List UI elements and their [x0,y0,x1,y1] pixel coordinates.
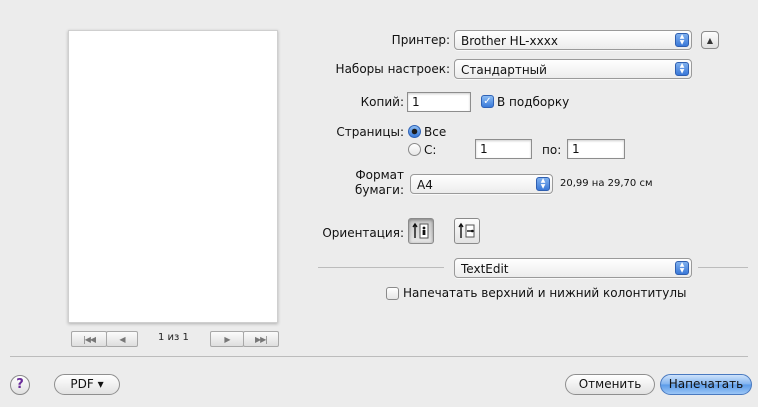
next-page-icon: ▶ [224,334,230,344]
expand-dialog-button[interactable]: ▲ [701,31,719,49]
orientation-label: Ориентация: [322,226,404,240]
last-page-button[interactable]: ▶▶| [243,331,279,347]
section-divider-right [698,267,748,268]
landscape-orientation-icon [458,222,475,238]
page-counter: 1 из 1 [158,332,189,343]
pages-to-label: по: [542,143,562,157]
help-button[interactable]: ? [10,375,30,395]
orientation-landscape-button[interactable] [454,218,480,244]
paper-size-label-line1: Формат [355,168,404,182]
app-section-popup[interactable]: TextEdit ▲ ▼ [454,258,692,278]
paper-size-label-line2: бумаги: [354,183,404,197]
first-page-icon: |◀◀ [83,334,96,344]
popup-arrows-icon: ▲ ▼ [675,261,689,275]
print-button[interactable]: Напечатать [660,374,752,395]
pages-all-label: Все [424,125,447,139]
first-page-button[interactable]: |◀◀ [71,331,107,347]
pages-range-radio[interactable] [408,143,421,156]
app-section-value: TextEdit [461,262,509,276]
previous-page-button[interactable]: ◀ [106,331,138,347]
printer-popup[interactable]: Brother HL-xxxx ▲ ▼ [454,30,692,50]
orientation-portrait-button[interactable] [408,218,434,244]
paper-size-dimensions: 20,99 на 29,70 см [560,178,653,189]
pages-range-label: С: [424,143,437,157]
paper-size-value: A4 [417,178,433,192]
printer-label: Принтер: [391,33,450,47]
last-page-icon: ▶▶| [255,334,268,344]
disclosure-triangle-icon: ▲ [706,35,714,45]
footer-divider [10,356,748,357]
next-page-button[interactable]: ▶ [210,331,244,347]
copies-field[interactable]: 1 [407,92,471,112]
paper-size-popup[interactable]: A4 ▲ ▼ [410,174,553,194]
pages-all-radio[interactable] [408,125,421,138]
presets-popup[interactable]: Стандартный ▲ ▼ [454,59,692,79]
presets-value: Стандартный [461,63,547,77]
help-icon: ? [16,377,24,392]
pages-from-field[interactable]: 1 [475,139,532,159]
portrait-orientation-icon [412,222,429,239]
cancel-button[interactable]: Отменить [565,374,655,395]
popup-arrows-icon: ▲ ▼ [675,62,689,76]
popup-arrows-icon: ▲ ▼ [675,33,689,47]
print-preview-page [68,30,278,323]
popup-arrows-icon: ▲ ▼ [536,177,550,191]
collate-label: В подборку [497,95,570,109]
previous-page-icon: ◀ [119,334,125,344]
collate-checkbox[interactable]: ✓ [481,95,494,108]
section-divider-left [318,267,444,268]
paper-size-label: Формат бумаги: [355,168,404,198]
header-footer-label: Напечатать верхний и нижний колонтитулы [403,286,687,300]
pages-to-field[interactable]: 1 [567,139,625,159]
pdf-menu-button[interactable]: PDF ▾ [54,374,120,395]
pages-label: Страницы: [336,125,404,139]
copies-label: Копий: [360,95,404,109]
header-footer-checkbox[interactable] [386,287,399,300]
presets-label: Наборы настроек: [335,62,450,76]
printer-value: Brother HL-xxxx [461,34,558,48]
